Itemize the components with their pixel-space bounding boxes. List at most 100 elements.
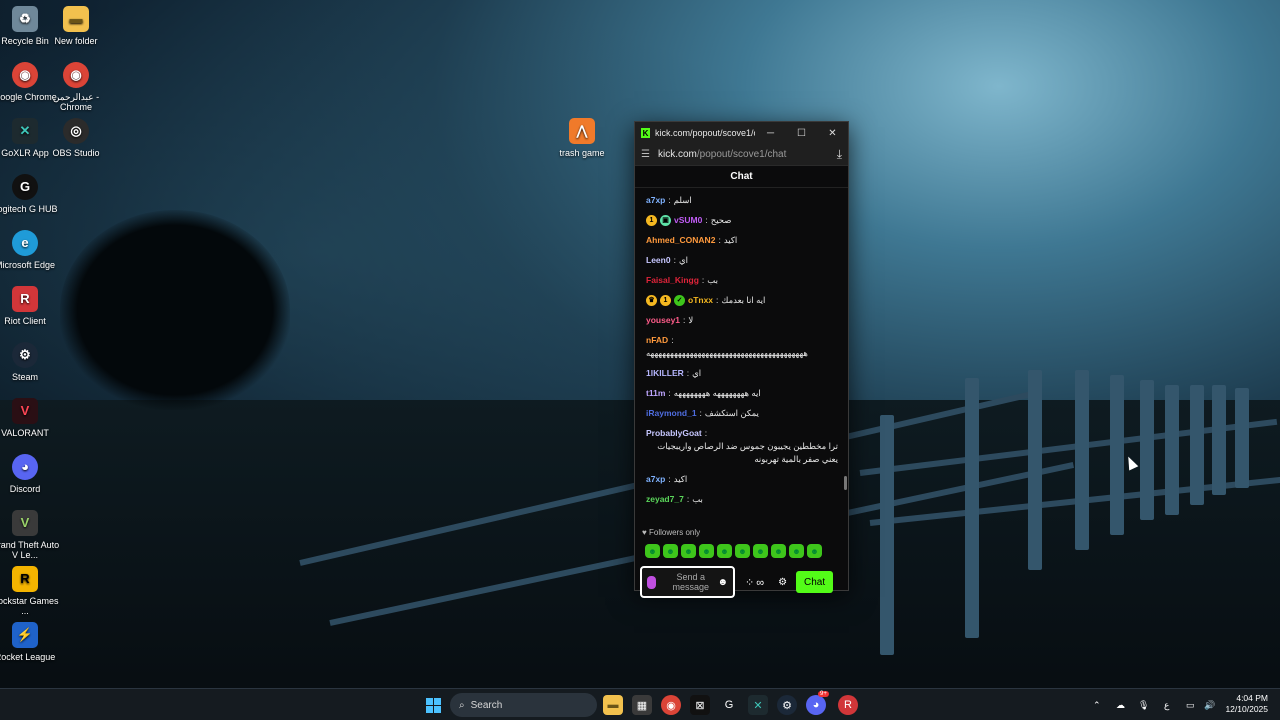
desktop-icon-riot[interactable]: R Riot Client <box>0 286 61 326</box>
minimize-icon[interactable]: ─ <box>755 122 786 144</box>
discord-icon[interactable]: ◕ <box>806 695 826 715</box>
chat-username[interactable]: a7xp <box>646 473 665 486</box>
chat-username[interactable]: zeyad7_7 <box>646 493 684 506</box>
chat-message-text: لا <box>688 315 694 325</box>
address-bar[interactable]: ☰ kick.com /popout/scove1/chat ⤓ <box>635 144 848 166</box>
chat-title: Chat <box>635 166 848 188</box>
desktop-icon-edge[interactable]: e Microsoft Edge <box>0 230 61 270</box>
followers-only-label: Followers only <box>648 528 701 537</box>
chat-username[interactable]: Leen0 <box>646 254 671 267</box>
window-title: kick.com/popout/scove1/ch... <box>655 128 755 138</box>
chat-username[interactable]: a7xp <box>646 194 665 207</box>
desktop-icon-trash-game[interactable]: ⋀ trash game <box>546 118 618 158</box>
steam-icon[interactable]: ⚙ <box>777 695 797 715</box>
emote-icon[interactable]: ☻ <box>681 544 696 558</box>
chat-message-input[interactable]: Send a message ☻ <box>640 566 735 598</box>
desktop-icon-new-folder[interactable]: ▬ New folder <box>40 6 112 46</box>
desktop-icon-rocket-league[interactable]: ⚡ Rocket League <box>0 622 61 662</box>
desktop-icon-valorant[interactable]: V VALORANT <box>0 398 61 438</box>
emote-icon[interactable]: ☻ <box>753 544 768 558</box>
chat-username[interactable]: 1lKILLER <box>646 367 684 380</box>
goxlr-icon[interactable]: ✕ <box>748 695 768 715</box>
store-icon[interactable]: ▦ <box>632 695 652 715</box>
taskbar-search[interactable]: ⌕ Search <box>450 693 597 717</box>
chat-message-text: بب <box>692 494 703 504</box>
emote-icon[interactable]: ☻ <box>771 544 786 558</box>
chat-username[interactable]: nFAD <box>646 334 668 347</box>
kick-chat-popup-window: K kick.com/popout/scove1/ch... ─ ☐ ✕ ☰ k… <box>634 121 849 598</box>
chat-username[interactable]: vSUM0 <box>674 214 702 227</box>
gear-icon[interactable]: ⚙ <box>778 577 787 588</box>
chat-message: a7xp: اسلم <box>646 194 838 207</box>
chat-message: Leen0: اي <box>646 254 838 267</box>
maximize-icon[interactable]: ☐ <box>786 122 817 144</box>
desktop-icon-chrome-profile[interactable]: ◉ عبدالرحمن - Chrome <box>40 62 112 112</box>
chat-message: zeyad7_7: بب <box>646 493 838 506</box>
chat-messages[interactable]: a7xp: اسلم 1 ▣ vSUM0: صحيح Ahmed_CONAN2: اكيد Le… <box>635 188 848 526</box>
emoji-icon[interactable]: ☻ <box>717 577 728 588</box>
window-titlebar[interactable]: K kick.com/popout/scove1/ch... ─ ☐ ✕ <box>635 122 848 144</box>
chat-separator: : <box>673 255 676 265</box>
desktop-icon-label: Rockstar Games ... <box>0 596 59 616</box>
chat-separator: : <box>699 408 702 418</box>
desktop-icon-rockstar[interactable]: R Rockstar Games ... <box>0 566 61 616</box>
volume-icon[interactable]: 🔊 <box>1204 689 1215 720</box>
desktop-icon-label: VALORANT <box>1 428 49 438</box>
emote-picker-icon[interactable]: ⁘∞ <box>745 576 766 589</box>
emote-icon[interactable]: ☻ <box>735 544 750 558</box>
emote-icon[interactable]: ☻ <box>699 544 714 558</box>
site-settings-icon[interactable]: ☰ <box>641 149 650 160</box>
desktop-icon-label: Steam <box>11 372 38 382</box>
chat-username[interactable]: t11m <box>646 387 665 400</box>
goxlr-icon: ✕ <box>12 118 38 144</box>
clock-time: 4:04 PM <box>1236 693 1268 703</box>
user-badge-icon[interactable]: ▣ <box>660 215 671 226</box>
emote-icon[interactable]: ☻ <box>663 544 678 558</box>
emote-icon[interactable]: ☻ <box>789 544 804 558</box>
download-icon[interactable]: ⤓ <box>837 147 842 162</box>
emote-icon[interactable]: ☻ <box>645 544 660 558</box>
chat-username[interactable]: ProbablyGoat <box>646 427 702 440</box>
url-host: kick.com <box>657 149 697 160</box>
emote-icon[interactable]: ☻ <box>717 544 732 558</box>
close-icon[interactable]: ✕ <box>817 122 848 144</box>
chat-scrollbar[interactable] <box>844 476 847 490</box>
desktop-icon-obs[interactable]: ◎ OBS Studio <box>40 118 112 158</box>
chrome-icon[interactable]: ◉ <box>661 695 681 715</box>
desktop-icon-steam[interactable]: ⚙ Steam <box>0 342 61 382</box>
chat-send-button[interactable]: Chat <box>796 571 834 593</box>
input-language[interactable]: ع <box>1164 689 1169 720</box>
chat-message-text: بب <box>707 275 718 285</box>
user-badge-icon[interactable]: 1 <box>646 215 657 226</box>
desktop-icon-label: Discord <box>9 484 41 494</box>
user-badge-icon[interactable]: ✓ <box>674 295 685 306</box>
taskbar-clock[interactable]: 4:04 PM 12/10/2025 <box>1225 693 1268 715</box>
riot-icon[interactable]: R <box>838 695 858 715</box>
chat-username[interactable]: oTnxx <box>688 294 713 307</box>
logitech-icon[interactable]: G <box>719 695 739 715</box>
onedrive-icon[interactable]: ☁ <box>1116 689 1125 720</box>
start-button[interactable] <box>423 695 443 715</box>
chat-username[interactable]: Faisal_Kingg <box>646 274 699 287</box>
chat-username[interactable]: Ahmed_CONAN2 <box>646 234 715 247</box>
network-icon[interactable]: ▭ <box>1186 689 1195 720</box>
desktop-icon-discord[interactable]: ◕ Discord <box>0 454 61 494</box>
show-hidden-icons[interactable]: ⌃ <box>1093 689 1101 720</box>
user-badge-icon[interactable]: 1 <box>660 295 671 306</box>
chat-message: Ahmed_CONAN2: اكيد <box>646 234 838 247</box>
chat-message-text: اسلم <box>673 195 692 205</box>
chat-message-text: ترا مخططين يجيبون جموس ضد الرصاص واريبجي… <box>657 441 838 464</box>
file-explorer-icon[interactable]: ▬ <box>603 695 623 715</box>
emote-icon[interactable]: ☻ <box>807 544 822 558</box>
user-badge-icon[interactable]: ♛ <box>646 295 657 306</box>
desktop-icon-gta[interactable]: V Grand Theft Auto V Le... <box>0 510 61 560</box>
chat-username[interactable]: yousey1 <box>646 314 680 327</box>
desktop-icon-logitech[interactable]: G Logitech G HUB <box>0 174 61 214</box>
capcut-icon[interactable]: ⊠ <box>690 695 710 715</box>
microphone-icon[interactable] <box>647 575 656 589</box>
microphone-icon[interactable]: 🎙 <box>1138 689 1149 720</box>
desktop-icon-label: Rocket League <box>0 652 56 662</box>
chat-username[interactable]: iRaymond_1 <box>646 407 697 420</box>
chat-message-text: اي <box>678 255 688 265</box>
chat-separator: : <box>668 474 671 484</box>
